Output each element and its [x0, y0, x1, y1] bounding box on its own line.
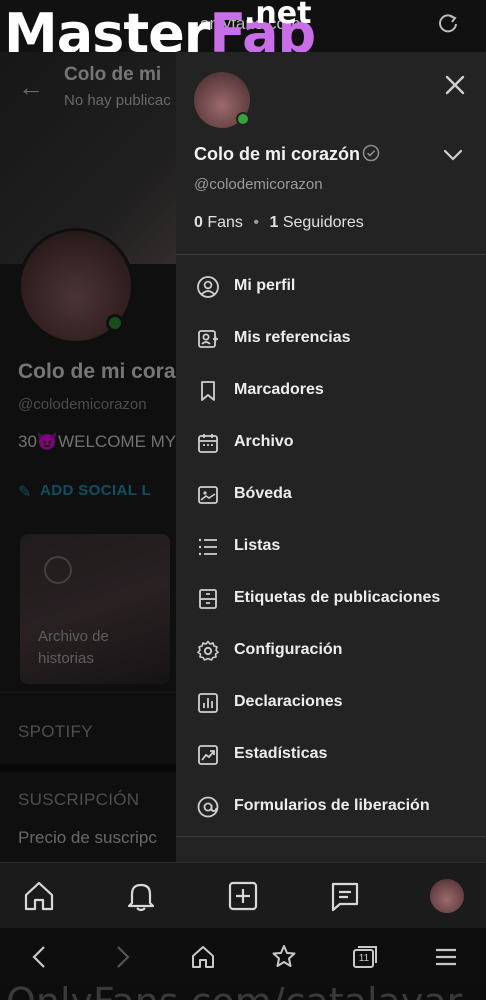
tabs-count: 11 [358, 953, 370, 964]
favorites-star-icon[interactable] [270, 943, 298, 971]
nav-avatar[interactable] [430, 879, 464, 913]
menu-item-statistics[interactable]: Estadísticas [176, 730, 486, 782]
gear-icon [197, 640, 219, 661]
bookmark-icon [201, 381, 215, 401]
at-icon [197, 796, 219, 818]
menu-item-bookmarks[interactable]: Marcadores [176, 366, 486, 418]
drawer-stats: 0 Fans • 1 Seguidores [194, 214, 364, 232]
online-status-dot [236, 112, 250, 126]
followers-label[interactable]: Seguidores [283, 214, 364, 231]
menu-item-archive[interactable]: Archivo [176, 418, 486, 470]
user-icon [197, 276, 219, 298]
drawer-divider [176, 836, 486, 837]
menu-item-post-labels[interactable]: Etiquetas de publicaciones [176, 574, 486, 626]
stats-icon [198, 745, 218, 765]
menu-item-settings[interactable]: Configuración [176, 626, 486, 678]
menu-item-referrals[interactable]: Mis referencias [176, 314, 486, 366]
referrals-icon [198, 330, 218, 348]
followers-count: 1 [269, 214, 279, 231]
browser-toolbar: 11 [0, 928, 486, 986]
browser-menu-icon[interactable] [432, 943, 460, 971]
drawer-user-handle: @colodemicorazon [194, 176, 323, 193]
browser-back-icon[interactable] [26, 943, 54, 971]
drawer-user-name: Colo de mi corazón [194, 144, 361, 164]
side-drawer: Colo de mi corazón @colodemicorazon 0 Fa… [176, 52, 486, 862]
watermark-suffix: .net [244, 0, 312, 31]
menu-label: Marcadores [234, 381, 324, 398]
menu-label: Formularios de liberación [234, 797, 430, 814]
messages-icon[interactable] [328, 879, 362, 913]
menu-item-statements[interactable]: Declaraciones [176, 678, 486, 730]
menu-label: Bóveda [234, 485, 292, 502]
menu-label: Configuración [234, 641, 343, 658]
menu-label: Estadísticas [234, 745, 328, 762]
home-icon[interactable] [22, 879, 56, 913]
verified-icon [362, 144, 380, 162]
add-icon[interactable] [226, 879, 260, 913]
stats-separator: • [253, 214, 259, 231]
fans-label[interactable]: Fans [207, 214, 243, 231]
menu-item-lists[interactable]: Listas [176, 522, 486, 574]
menu-item-my-profile[interactable]: Mi perfil [176, 262, 486, 314]
menu-label: Listas [234, 537, 281, 554]
fans-count: 0 [194, 214, 203, 231]
menu-label: Etiquetas de publicaciones [234, 589, 441, 606]
tabs-button[interactable]: 11 [351, 943, 379, 971]
menu-label: Mis referencias [234, 329, 351, 346]
calendar-icon [198, 434, 218, 453]
tag-icon [199, 589, 217, 609]
menu-label: Mi perfil [234, 277, 296, 294]
footer-watermark: OnlyFans.com/catalavar [0, 982, 486, 1000]
reload-icon[interactable] [436, 12, 460, 36]
menu-label: Declaraciones [234, 693, 343, 710]
vault-icon [198, 486, 218, 504]
drawer-divider [176, 254, 486, 255]
chevron-down-icon[interactable] [442, 148, 464, 162]
menu-label: Archivo [234, 433, 294, 450]
menu-item-vault[interactable]: Bóveda [176, 470, 486, 522]
close-icon[interactable] [442, 72, 468, 98]
menu-item-release-forms[interactable]: Formularios de liberación [176, 782, 486, 834]
bottom-navigation [0, 862, 486, 928]
statements-icon [198, 693, 218, 713]
browser-forward-icon[interactable] [108, 943, 136, 971]
browser-home-icon[interactable] [189, 943, 217, 971]
bell-icon[interactable] [124, 879, 158, 913]
list-icon [199, 538, 217, 556]
